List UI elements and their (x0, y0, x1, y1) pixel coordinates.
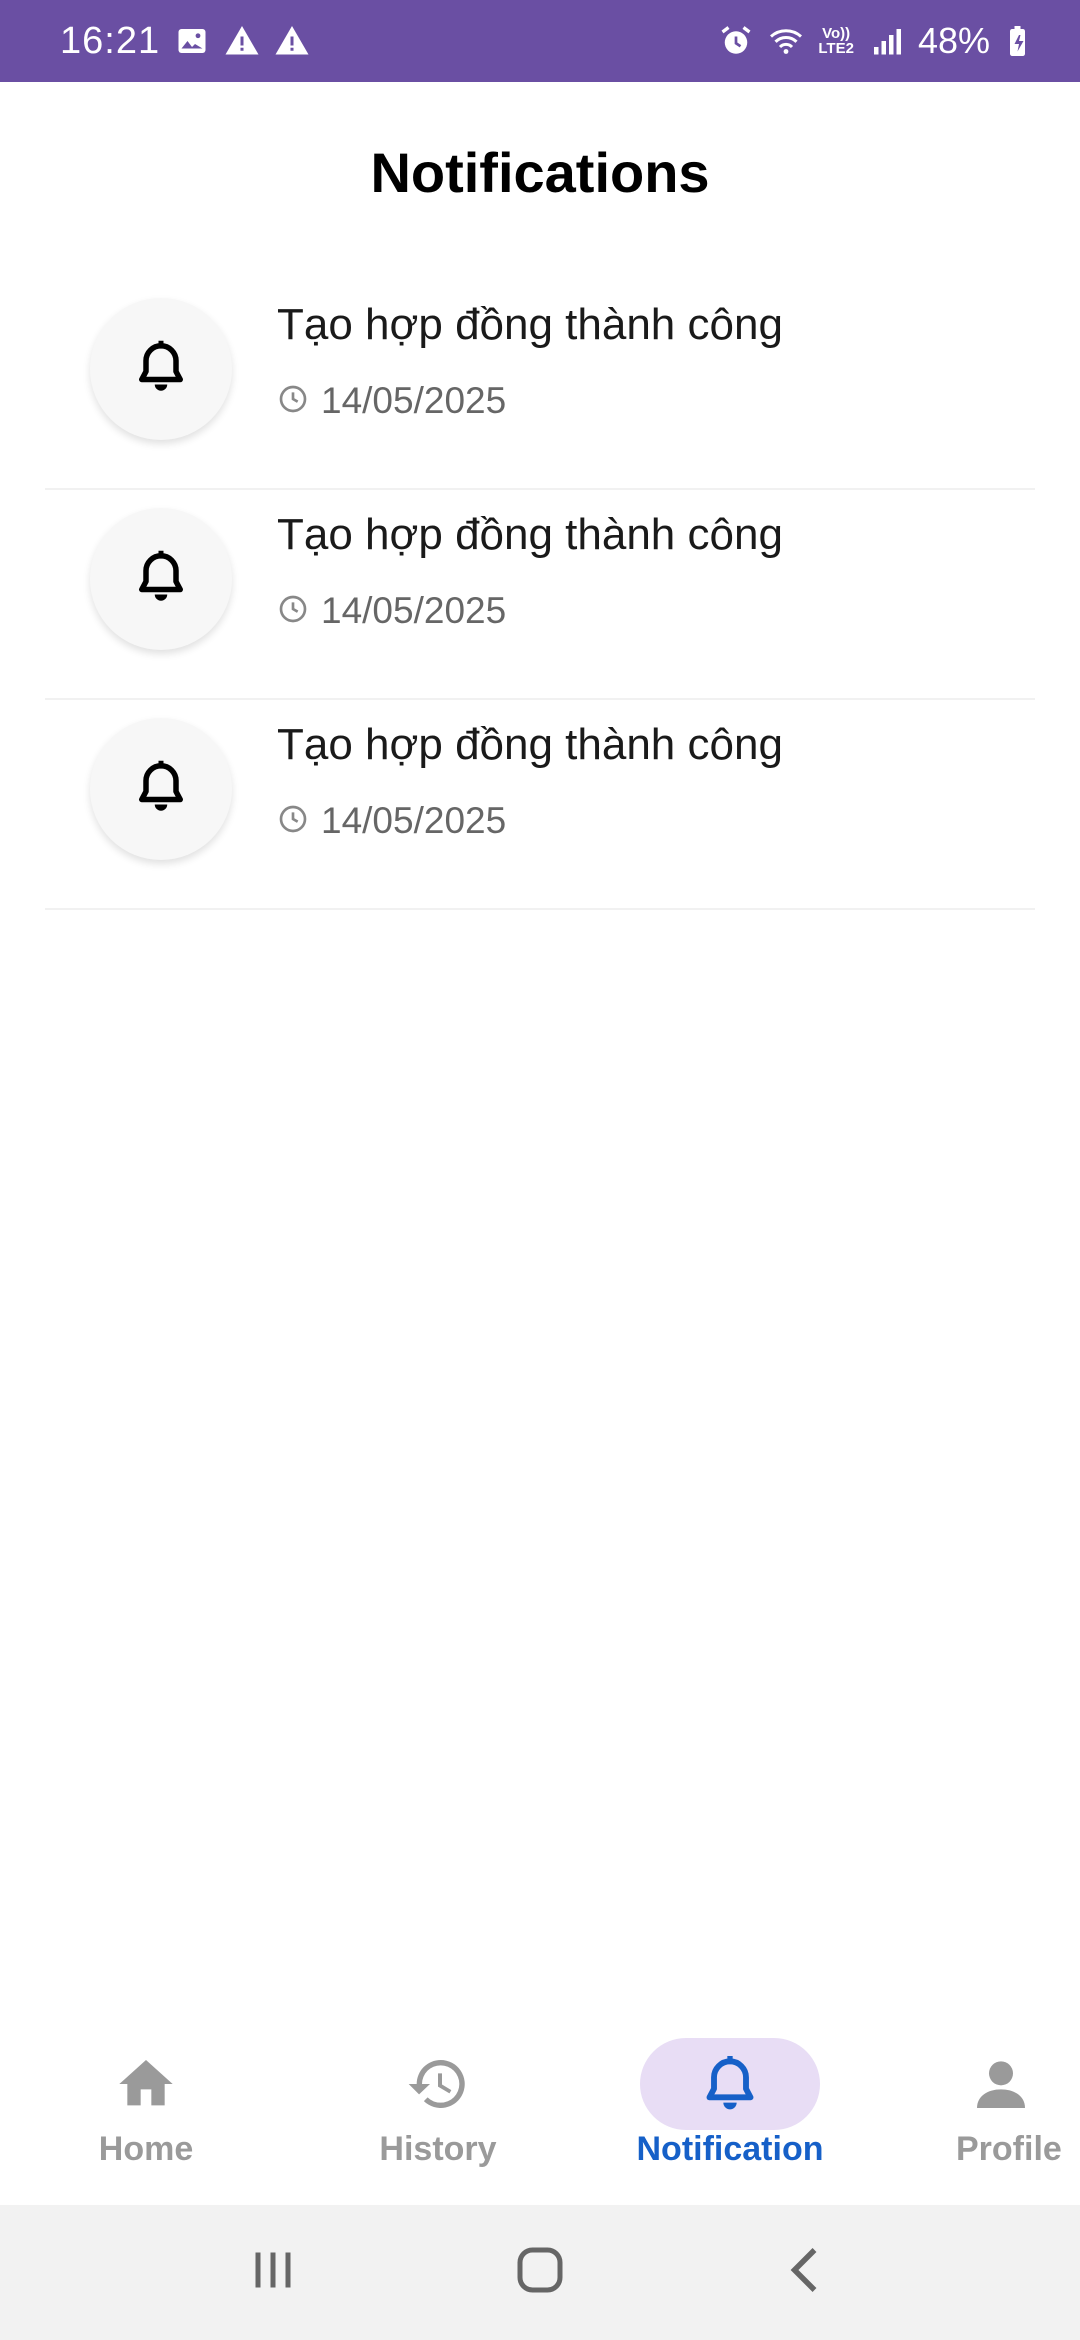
notification-title: Tạo hợp đồng thành công (277, 720, 783, 769)
page-title: Notifications (370, 141, 710, 204)
network-label: Vo)) LTE2 (818, 25, 854, 57)
nav-item-history[interactable]: History (292, 2030, 584, 2205)
image-icon (174, 23, 210, 59)
history-icon (406, 2052, 470, 2116)
notification-avatar (90, 298, 232, 440)
notification-avatar (90, 508, 232, 650)
notification-meta: 14/05/2025 (277, 380, 506, 422)
back-icon (777, 2240, 837, 2305)
recent-apps-button[interactable] (233, 2233, 313, 2313)
status-right: Vo)) LTE2 48% (718, 20, 1040, 62)
person-icon (969, 2052, 1033, 2116)
clock-icon (277, 593, 309, 630)
nav-label-home: Home (98, 2130, 194, 2168)
bell-icon (131, 547, 191, 612)
nav-label-notification: Notification (636, 2130, 824, 2168)
recent-apps-icon (243, 2240, 303, 2305)
notification-item[interactable]: Tạo hợp đồng thành công 14/05/2025 (0, 700, 1080, 910)
status-time: 16:21 (60, 19, 161, 62)
wifi-icon (768, 23, 804, 59)
notification-date: 14/05/2025 (321, 590, 507, 631)
nav-item-profile[interactable]: Profile (876, 2030, 1080, 2205)
bell-icon (131, 337, 191, 402)
nav-label-profile: Profile (956, 2130, 1062, 2168)
notification-meta: 14/05/2025 (277, 590, 506, 632)
notification-item[interactable]: Tạo hợp đồng thành công 14/05/2025 (0, 490, 1080, 700)
status-bar: 16:21 Vo)) LTE2 48% (0, 0, 1080, 82)
nav-label-history: History (379, 2130, 497, 2168)
warning-icon (274, 23, 310, 59)
notification-title: Tạo hợp đồng thành công (277, 510, 783, 559)
status-left: 16:21 (60, 20, 310, 63)
notification-avatar (90, 718, 232, 860)
notification-meta: 14/05/2025 (277, 800, 506, 842)
notification-title: Tạo hợp đồng thành công (277, 300, 783, 349)
notification-date: 14/05/2025 (321, 380, 507, 421)
alarm-icon (718, 23, 754, 59)
home-icon (114, 2052, 178, 2116)
system-nav-bar (0, 2205, 1080, 2340)
bell-icon (698, 2052, 762, 2116)
battery-icon (1004, 23, 1040, 59)
signal-icon (868, 23, 904, 59)
notification-date: 14/05/2025 (321, 800, 507, 841)
system-home-button[interactable] (500, 2233, 580, 2313)
bell-icon (131, 757, 191, 822)
home-circle-icon (510, 2240, 570, 2305)
nav-item-home[interactable]: Home (0, 2030, 292, 2205)
battery-percent: 48% (917, 20, 990, 61)
bottom-nav: Home History Notification Profile (0, 2030, 1080, 2205)
notification-list: Tạo hợp đồng thành công 14/05/2025 Tạo h… (0, 280, 1080, 910)
clock-icon (277, 383, 309, 420)
warning-icon (224, 23, 260, 59)
notification-item[interactable]: Tạo hợp đồng thành công 14/05/2025 (0, 280, 1080, 490)
back-button[interactable] (767, 2233, 847, 2313)
clock-icon (277, 803, 309, 840)
nav-item-notification[interactable]: Notification (584, 2030, 876, 2205)
